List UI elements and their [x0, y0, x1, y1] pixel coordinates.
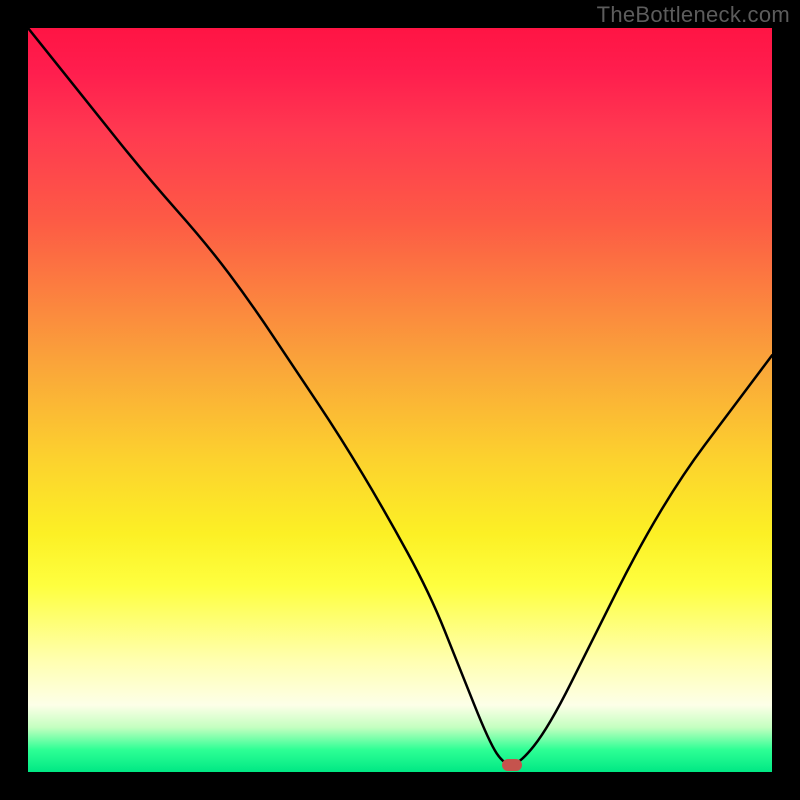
chart-frame: TheBottleneck.com — [0, 0, 800, 800]
optimum-marker — [502, 759, 522, 771]
watermark-text: TheBottleneck.com — [597, 2, 790, 28]
plot-area — [28, 28, 772, 772]
bottleneck-curve — [28, 28, 772, 772]
